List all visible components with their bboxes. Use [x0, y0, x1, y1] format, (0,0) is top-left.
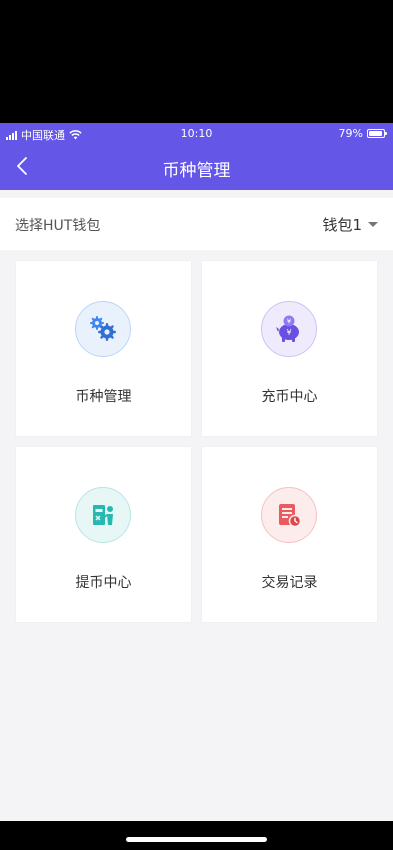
tile-label: 币种管理 [75, 389, 132, 405]
tile-label: 交易记录 [261, 575, 318, 591]
tile-label: 提币中心 [75, 575, 132, 591]
tile-label: 充币中心 [261, 389, 318, 405]
home-indicator[interactable] [126, 837, 267, 842]
tile-coin-management[interactable]: 币种管理 [16, 261, 191, 436]
wallet-selector-row[interactable]: 选择HUT钱包 钱包1 [0, 198, 393, 250]
gears-icon [75, 301, 131, 357]
caret-down-icon [368, 222, 378, 227]
status-right: 79% [338, 127, 387, 140]
withdraw-person-icon [75, 487, 131, 543]
tile-transaction-records[interactable]: 交易记录 [202, 447, 377, 622]
function-grid: 币种管理 ¥ ¥ 充币中心 提币中心 交易记录 [16, 261, 377, 622]
battery-percent: 79% [338, 127, 363, 140]
piggy-bank-yuan-icon: ¥ ¥ [261, 301, 317, 357]
status-time: 10:10 [180, 127, 213, 140]
battery-icon [367, 129, 387, 138]
wallet-dropdown-value: 钱包1 [322, 216, 362, 234]
tile-withdraw-center[interactable]: 提币中心 [16, 447, 191, 622]
svg-text:¥: ¥ [287, 318, 292, 326]
app-screen: 中国联通 10:10 79% 币种管理 选择HUT钱包 钱包1 币种管理 ¥ ¥… [0, 123, 393, 821]
svg-text:¥: ¥ [286, 328, 291, 337]
wallet-selector-label: 选择HUT钱包 [15, 218, 101, 234]
page-title: 币种管理 [162, 161, 231, 181]
status-bar: 中国联通 10:10 79% [0, 123, 393, 143]
wallet-dropdown[interactable]: 钱包1 [322, 214, 378, 235]
transaction-record-icon [261, 487, 317, 543]
nav-bar: 币种管理 [0, 143, 393, 190]
tile-deposit-center[interactable]: ¥ ¥ 充币中心 [202, 261, 377, 436]
